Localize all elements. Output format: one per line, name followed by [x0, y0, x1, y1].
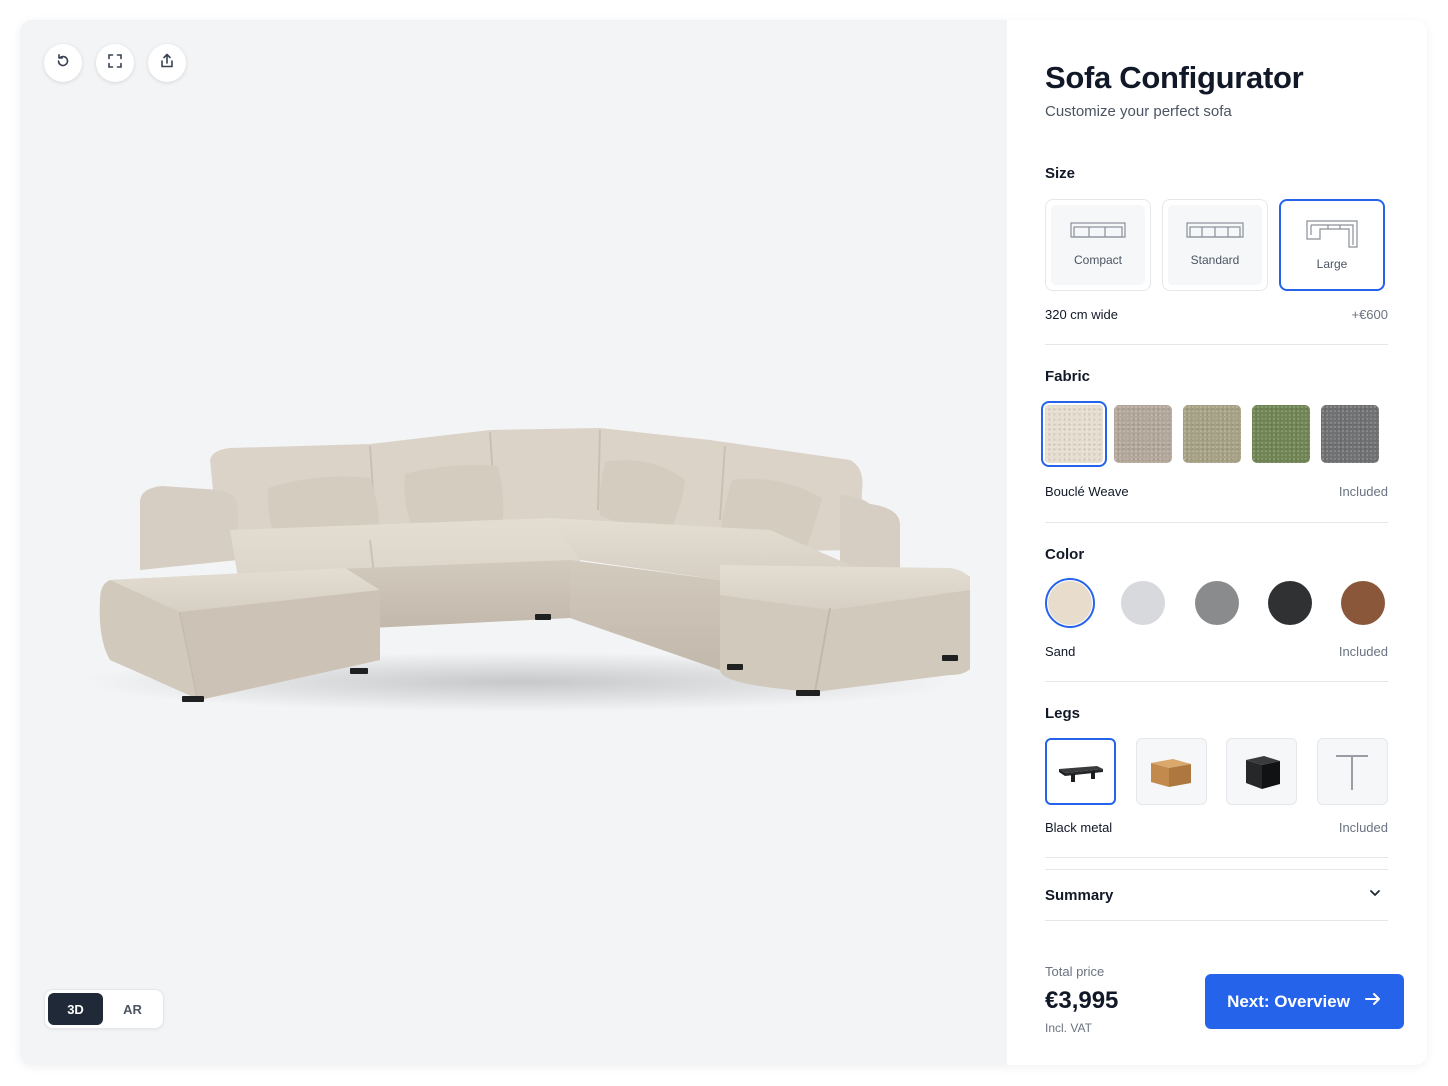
- next-overview-button[interactable]: Next: Overview: [1205, 974, 1404, 1029]
- total-price: €3,995: [1045, 987, 1119, 1014]
- color-swatch[interactable]: [1265, 578, 1315, 628]
- summary-accordion[interactable]: Summary: [1045, 869, 1388, 921]
- share-icon: [159, 53, 175, 74]
- sofa-3d-model: [80, 428, 970, 712]
- leg-option-t-leg[interactable]: [1316, 738, 1388, 805]
- leg-option-black-block[interactable]: [1226, 738, 1298, 805]
- chevron-down-icon: [1368, 886, 1382, 905]
- color-swatch[interactable]: [1045, 578, 1095, 628]
- size-detail: 320 cm wide: [1045, 307, 1118, 322]
- size-section-title: Size: [1045, 165, 1076, 182]
- size-price: +€600: [1351, 307, 1388, 322]
- color-swatch-fill: [1341, 581, 1385, 625]
- legs-options: [1045, 738, 1388, 805]
- next-button-label: Next: Overview: [1227, 991, 1350, 1011]
- divider: [1045, 522, 1388, 523]
- color-swatch[interactable]: [1118, 578, 1168, 628]
- size-option-label: Standard: [1190, 253, 1240, 267]
- configurator-panel: Sofa Configurator Customize your perfect…: [1007, 20, 1427, 1065]
- fabric-swatch[interactable]: [1114, 405, 1172, 463]
- fabric-swatch[interactable]: [1183, 405, 1241, 463]
- fabric-swatch[interactable]: [1252, 405, 1310, 463]
- divider: [1045, 857, 1388, 858]
- color-section-title: Color: [1045, 546, 1085, 563]
- page-subtitle: Customize your perfect sofa: [1045, 103, 1232, 120]
- t-leg-icon: [1336, 754, 1369, 790]
- size-option-standard[interactable]: Standard: [1162, 199, 1268, 291]
- fabric-selected-name: Bouclé Weave: [1045, 484, 1129, 499]
- size-detail-row: 320 cm wide +€600: [1045, 307, 1388, 322]
- rotate-icon: [55, 53, 71, 74]
- fabric-section-title: Fabric: [1045, 368, 1091, 385]
- color-detail-row: Sand Included: [1045, 644, 1388, 659]
- color-swatch[interactable]: [1192, 578, 1242, 628]
- fullscreen-button[interactable]: [96, 44, 134, 82]
- color-selected-name: Sand: [1045, 644, 1076, 659]
- configurator-card: 3D AR Sofa Configurator Customize your p…: [20, 20, 1427, 1065]
- large-sofa-icon: [1306, 220, 1358, 248]
- leg-option-oak-block[interactable]: [1135, 738, 1207, 805]
- legs-section-title: Legs: [1045, 705, 1081, 722]
- legs-selected-name: Black metal: [1045, 820, 1113, 835]
- legs-detail-row: Black metal Included: [1045, 820, 1388, 835]
- size-option-large[interactable]: Large: [1279, 199, 1385, 291]
- color-swatch-fill: [1267, 581, 1312, 625]
- color-swatch-fill: [1121, 581, 1166, 625]
- divider: [1045, 681, 1388, 682]
- fabric-swatch[interactable]: [1041, 401, 1107, 467]
- size-option-compact[interactable]: Compact: [1045, 199, 1151, 291]
- view-mode-toggle: 3D AR: [44, 989, 164, 1029]
- fabric-options: [1041, 401, 1388, 467]
- summary-title: Summary: [1045, 886, 1114, 904]
- leg-option-black-metal[interactable]: [1045, 738, 1116, 805]
- divider: [1045, 344, 1388, 345]
- black-block-leg-icon: [1245, 755, 1280, 789]
- size-options: Compact Standard Large: [1045, 199, 1388, 291]
- color-swatch[interactable]: [1338, 578, 1388, 628]
- standard-sofa-icon: [1186, 222, 1244, 238]
- sofa-viewer[interactable]: 3D AR: [20, 20, 1007, 1065]
- reset-view-button[interactable]: [44, 44, 82, 82]
- arrow-right-icon: [1364, 990, 1382, 1013]
- page-title: Sofa Configurator: [1045, 60, 1304, 95]
- total-label: Total price: [1045, 964, 1105, 979]
- size-option-label: Large: [1316, 257, 1348, 271]
- expand-icon: [108, 53, 122, 73]
- color-swatch-fill: [1194, 581, 1239, 625]
- fabric-detail-row: Bouclé Weave Included: [1045, 484, 1388, 499]
- legs-price: Included: [1338, 820, 1388, 835]
- size-option-label: Compact: [1073, 253, 1123, 267]
- black-metal-leg-icon: [1058, 765, 1103, 782]
- color-price: Included: [1338, 644, 1388, 659]
- color-swatch-fill: [1048, 581, 1092, 625]
- fabric-swatch[interactable]: [1321, 405, 1379, 463]
- fabric-price: Included: [1338, 484, 1388, 499]
- color-options: [1045, 578, 1388, 628]
- mode-ar-button[interactable]: AR: [105, 993, 160, 1025]
- compact-sofa-icon: [1070, 222, 1126, 238]
- share-button[interactable]: [148, 44, 186, 82]
- vat-note: Incl. VAT: [1045, 1021, 1092, 1035]
- mode-3d-button[interactable]: 3D: [48, 993, 103, 1025]
- oak-block-leg-icon: [1151, 758, 1192, 787]
